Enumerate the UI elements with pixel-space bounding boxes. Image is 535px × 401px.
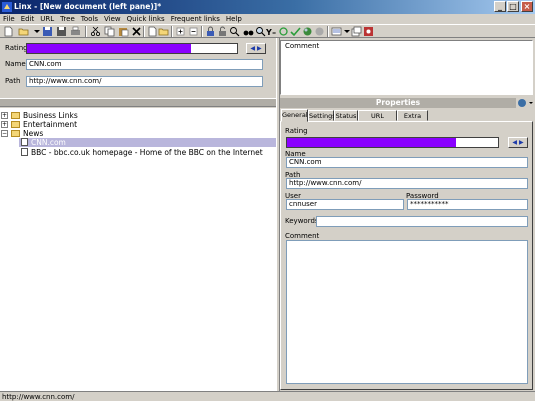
delete-icon[interactable] bbox=[131, 26, 142, 37]
rating-fill bbox=[27, 44, 191, 53]
prop-user-field[interactable]: cnnuser bbox=[286, 199, 404, 210]
paste-icon[interactable] bbox=[118, 26, 129, 37]
tree-item-label: CNN.com bbox=[31, 138, 66, 147]
tree-item-cnn[interactable]: CNN.com bbox=[19, 138, 276, 147]
name-field[interactable]: CNN.com bbox=[26, 59, 263, 70]
text-icon[interactable]: Y = bbox=[266, 26, 277, 37]
prop-path-field[interactable]: http://www.cnn.com/ bbox=[286, 178, 528, 189]
tab-settings[interactable]: Settings bbox=[308, 110, 336, 121]
stop-icon[interactable] bbox=[314, 26, 325, 37]
folder-icon bbox=[11, 121, 20, 128]
new-folder-icon[interactable] bbox=[158, 26, 169, 37]
rating-spin-button[interactable]: ◀ ▶ bbox=[246, 43, 266, 54]
folder-open-icon bbox=[11, 130, 20, 137]
new-icon[interactable] bbox=[3, 26, 14, 37]
prop-password-field[interactable]: *********** bbox=[407, 199, 528, 210]
menu-view[interactable]: View bbox=[101, 14, 124, 24]
maximize-button[interactable]: □ bbox=[507, 1, 519, 12]
prop-rating-fill bbox=[287, 138, 456, 147]
menu-tree[interactable]: Tree bbox=[57, 14, 78, 24]
tab-url-header[interactable]: URL Header bbox=[358, 110, 397, 130]
save-icon[interactable] bbox=[42, 26, 53, 37]
binoculars-icon[interactable] bbox=[243, 26, 254, 37]
collapse-icon[interactable] bbox=[188, 26, 199, 37]
expand-icon[interactable]: + bbox=[1, 121, 8, 128]
prop-name-field[interactable]: CNN.com bbox=[286, 157, 528, 168]
menu-file[interactable]: File bbox=[0, 14, 18, 24]
prop-rating-spin-button[interactable]: ◀ ▶ bbox=[508, 137, 528, 148]
unlock-icon[interactable] bbox=[217, 26, 228, 37]
tab-general[interactable]: General bbox=[281, 109, 308, 122]
copy-icon[interactable] bbox=[104, 26, 115, 37]
tree-item-entertainment[interactable]: + Entertainment bbox=[1, 120, 271, 129]
link-page-icon bbox=[21, 148, 28, 156]
path-field[interactable]: http://www.cnn.com/ bbox=[26, 76, 263, 87]
tree-item-label: BBC - bbc.co.uk homepage - Home of the B… bbox=[31, 148, 263, 157]
prop-rating-bar[interactable] bbox=[286, 137, 499, 148]
window-title: Linx - [New document (left pane)]* bbox=[14, 2, 162, 11]
menu-edit[interactable]: Edit bbox=[18, 14, 38, 24]
cut-icon[interactable] bbox=[90, 26, 101, 37]
expand-icon[interactable]: + bbox=[1, 112, 8, 119]
folder-icon bbox=[11, 112, 20, 119]
tree-item-bbc[interactable]: BBC - bbc.co.uk homepage - Home of the B… bbox=[19, 148, 276, 157]
toolbar: Y = bbox=[0, 24, 535, 38]
check-icon[interactable] bbox=[290, 26, 301, 37]
svg-text:=: = bbox=[272, 31, 276, 37]
prop-comment-label: Comment bbox=[285, 232, 320, 240]
open-icon[interactable] bbox=[18, 26, 29, 37]
prop-rating-label: Rating bbox=[285, 127, 308, 135]
expand-icon[interactable] bbox=[175, 26, 186, 37]
title-bar: Linx - [New document (left pane)]* _ □ × bbox=[0, 0, 535, 14]
collapse-icon[interactable]: − bbox=[1, 130, 8, 137]
window-icon[interactable] bbox=[351, 26, 362, 37]
link-page-icon bbox=[21, 138, 28, 146]
lock-icon[interactable] bbox=[205, 26, 216, 37]
close-button[interactable]: × bbox=[521, 1, 533, 12]
tree-item-label: Entertainment bbox=[23, 120, 78, 129]
view-icon[interactable] bbox=[331, 26, 342, 37]
menu-help[interactable]: Help bbox=[223, 14, 245, 24]
tab-status[interactable]: Status bbox=[334, 110, 358, 121]
print-icon[interactable] bbox=[70, 26, 81, 37]
prop-keywords-field[interactable] bbox=[316, 216, 528, 227]
rating-bar[interactable] bbox=[26, 43, 238, 54]
properties-menu-icon[interactable] bbox=[517, 98, 535, 108]
app-icon bbox=[2, 2, 12, 12]
tree-item-label: News bbox=[23, 129, 44, 138]
rating-label: Rating bbox=[5, 44, 28, 52]
left-splitter[interactable] bbox=[0, 98, 276, 107]
refresh-icon[interactable] bbox=[278, 26, 289, 37]
properties-header: Properties bbox=[280, 98, 516, 108]
comment-box-top[interactable]: Comment bbox=[280, 40, 533, 95]
tree-item-news[interactable]: − News bbox=[1, 129, 271, 138]
web-icon[interactable] bbox=[302, 26, 313, 37]
tree-pane: + Business Links + Entertainment − News … bbox=[0, 108, 276, 391]
tree-item-business-links[interactable]: + Business Links bbox=[1, 111, 271, 120]
menu-frequent-links[interactable]: Frequent links bbox=[168, 14, 223, 24]
status-text: http://www.cnn.com/ bbox=[2, 393, 75, 401]
prop-comment-field[interactable] bbox=[286, 240, 528, 384]
search-icon[interactable] bbox=[255, 26, 266, 37]
options-icon[interactable] bbox=[363, 26, 374, 37]
menu-quick-links[interactable]: Quick links bbox=[124, 14, 168, 24]
status-bar: http://www.cnn.com/ bbox=[0, 391, 535, 401]
menu-bar: File Edit URL Tree Tools View Quick links Frequ… bbox=[0, 14, 535, 24]
find-icon[interactable] bbox=[229, 26, 240, 37]
tab-extra-info[interactable]: Extra info bbox=[397, 110, 428, 130]
comment-label: Comment bbox=[285, 42, 320, 50]
path-label: Path bbox=[5, 77, 21, 85]
new-link-icon[interactable] bbox=[147, 26, 158, 37]
name-label: Name bbox=[5, 60, 26, 68]
properties-panel: Rating ◀ ▶ Name CNN.com Path http://www.… bbox=[280, 121, 533, 390]
minimize-button[interactable]: _ bbox=[494, 1, 506, 12]
menu-url[interactable]: URL bbox=[37, 14, 57, 24]
menu-tools[interactable]: Tools bbox=[78, 14, 101, 24]
save-all-icon[interactable] bbox=[56, 26, 67, 37]
link-editor-panel: Rating ◀ ▶ Name CNN.com Path http://www.… bbox=[0, 38, 276, 95]
tree-item-label: Business Links bbox=[23, 111, 78, 120]
